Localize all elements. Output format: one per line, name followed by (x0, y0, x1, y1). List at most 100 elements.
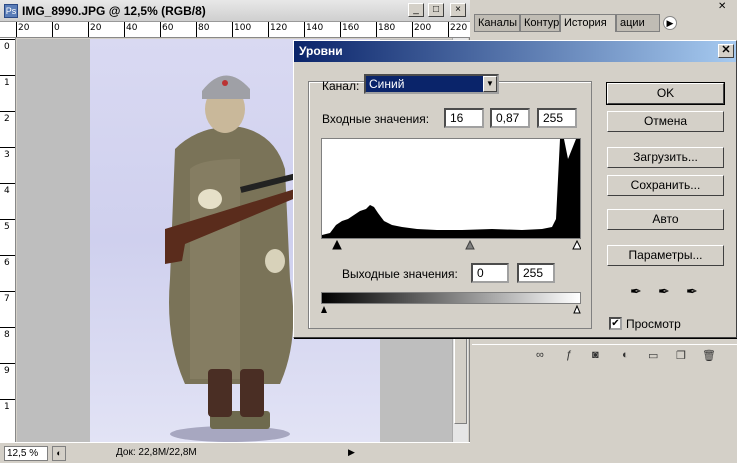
ruler-label: 120 (270, 23, 288, 33)
options-button[interactable]: Параметры... (607, 245, 724, 266)
ruler-label: 0 (4, 42, 10, 52)
zoom-field[interactable]: 12,5 % (4, 446, 48, 461)
trash-icon[interactable]: 🗑 (702, 349, 716, 362)
input-gamma-field[interactable]: 0,87 (490, 108, 530, 128)
input-white-field[interactable]: 255 (537, 108, 577, 128)
ruler-label: 140 (306, 23, 324, 33)
panel-tabs: Каналы Контур История ации (474, 14, 680, 32)
document-size-info: Док: 22,8M/22,8M (116, 447, 197, 458)
status-bar: 12,5 % ◐ Док: 22,8M/22,8M ▶ (0, 442, 470, 463)
ruler-tick (268, 22, 269, 37)
ruler-label: 9 (4, 366, 10, 376)
ruler-tick (0, 255, 15, 256)
ruler-label: 180 (378, 23, 396, 33)
ruler-label: 4 (4, 186, 10, 196)
ruler-tick (124, 22, 125, 37)
preview-label: Просмотр (626, 317, 681, 331)
ruler-tick (0, 219, 15, 220)
channel-label: Канал: (322, 79, 360, 93)
auto-button[interactable]: Авто (607, 209, 724, 230)
output-levels-label: Выходные значения: (342, 267, 458, 281)
ruler-tick (0, 291, 15, 292)
ruler-tick (376, 22, 377, 37)
output-slider-track[interactable] (321, 304, 581, 316)
status-menu-icon[interactable]: ◐ (52, 446, 66, 461)
input-slider-handles[interactable] (321, 239, 582, 253)
ruler-tick (16, 22, 17, 37)
ruler-tick (196, 22, 197, 37)
ruler-label: 8 (4, 330, 10, 340)
ruler-label: 40 (126, 23, 138, 33)
ruler-tick (0, 183, 15, 184)
white-eyedropper-icon[interactable]: ✒ (686, 283, 698, 300)
ruler-tick (0, 39, 15, 40)
ruler-tick (0, 363, 15, 364)
dialog-title: Уровни (299, 44, 343, 58)
histogram-graph (322, 139, 580, 238)
ruler-label: 100 (234, 23, 252, 33)
input-black-field[interactable]: 16 (444, 108, 484, 128)
status-arrow-icon[interactable]: ▶ (348, 447, 355, 458)
ruler-label: 1 (4, 402, 10, 412)
tab-actions[interactable]: ации (616, 14, 660, 32)
output-slider-handles[interactable] (321, 304, 581, 316)
ruler-tick (0, 399, 15, 400)
ruler-label: 6 (4, 258, 10, 268)
input-levels-label: Входные значения: (322, 112, 430, 126)
ruler-horizontal: 20 0 20 40 60 80 100 120 140 160 180 200 220 (0, 22, 470, 38)
dialog-title-bar[interactable]: Уровни ✕ (294, 41, 736, 62)
channel-value: Синий (369, 77, 405, 91)
photoshop-icon: Ps (4, 4, 18, 18)
gray-eyedropper-icon[interactable]: ✒ (658, 283, 670, 300)
save-button[interactable]: Сохранить... (607, 175, 724, 196)
close-icon[interactable]: × (450, 3, 466, 17)
ruler-label: 200 (414, 23, 432, 33)
new-layer-icon[interactable]: ❐ (676, 349, 686, 362)
minimize-icon[interactable]: _ (408, 3, 424, 17)
ruler-label: 1 (4, 78, 10, 88)
preview-checkbox[interactable]: ✔ (609, 317, 622, 330)
load-button[interactable]: Загрузить... (607, 147, 724, 168)
ruler-tick (448, 22, 449, 37)
panel-menu-icon[interactable]: ▶ (663, 16, 677, 30)
output-black-field[interactable]: 0 (471, 263, 509, 283)
maximize-icon[interactable]: □ (428, 3, 444, 17)
mask-icon[interactable]: ◙ (592, 349, 599, 361)
histogram (321, 138, 581, 239)
panel-empty-area (472, 366, 737, 463)
cancel-button[interactable]: Отмена (607, 111, 724, 132)
panel-toolbar: ∞ ƒ ◙ ◐ ▭ ❐ 🗑 (472, 344, 737, 366)
ruler-label: 20 (90, 23, 102, 33)
ruler-label: 2 (4, 114, 10, 124)
ruler-tick (0, 327, 15, 328)
ruler-tick (0, 111, 15, 112)
ruler-tick (304, 22, 305, 37)
output-gradient (321, 292, 581, 304)
ruler-tick (52, 22, 53, 37)
folder-icon[interactable]: ▭ (648, 349, 658, 362)
chevron-down-icon[interactable]: ▼ (483, 76, 497, 92)
adjustment-icon[interactable]: ◐ (622, 349, 629, 361)
ruler-label: 0 (54, 23, 60, 33)
ruler-tick (340, 22, 341, 37)
document-title-bar[interactable]: Ps IMG_8990.JPG @ 12,5% (RGB/8) _ □ × (0, 0, 470, 22)
levels-dialog: Уровни ✕ Канал: Синий ▼ Входные значения… (293, 40, 737, 338)
link-icon[interactable]: ∞ (536, 349, 544, 361)
ruler-label: 220 (450, 23, 468, 33)
ok-button[interactable]: OK (606, 82, 725, 105)
ruler-tick (0, 147, 15, 148)
tab-history[interactable]: История (560, 14, 616, 32)
output-white-field[interactable]: 255 (517, 263, 555, 283)
panel-close-icon[interactable]: ✕ (718, 1, 726, 12)
layer-style-icon[interactable]: ƒ (566, 349, 572, 361)
ruler-label: 5 (4, 222, 10, 232)
tab-channels[interactable]: Каналы (474, 14, 520, 32)
ruler-vertical: 0 1 2 3 4 5 6 7 8 9 1 (0, 38, 16, 442)
ruler-tick (412, 22, 413, 37)
channel-select[interactable]: Синий ▼ (364, 74, 499, 94)
black-eyedropper-icon[interactable]: ✒ (630, 283, 642, 300)
ruler-tick (232, 22, 233, 37)
tab-paths[interactable]: Контур (520, 14, 560, 32)
dialog-close-icon[interactable]: ✕ (718, 44, 734, 58)
input-slider-track[interactable] (321, 239, 582, 253)
